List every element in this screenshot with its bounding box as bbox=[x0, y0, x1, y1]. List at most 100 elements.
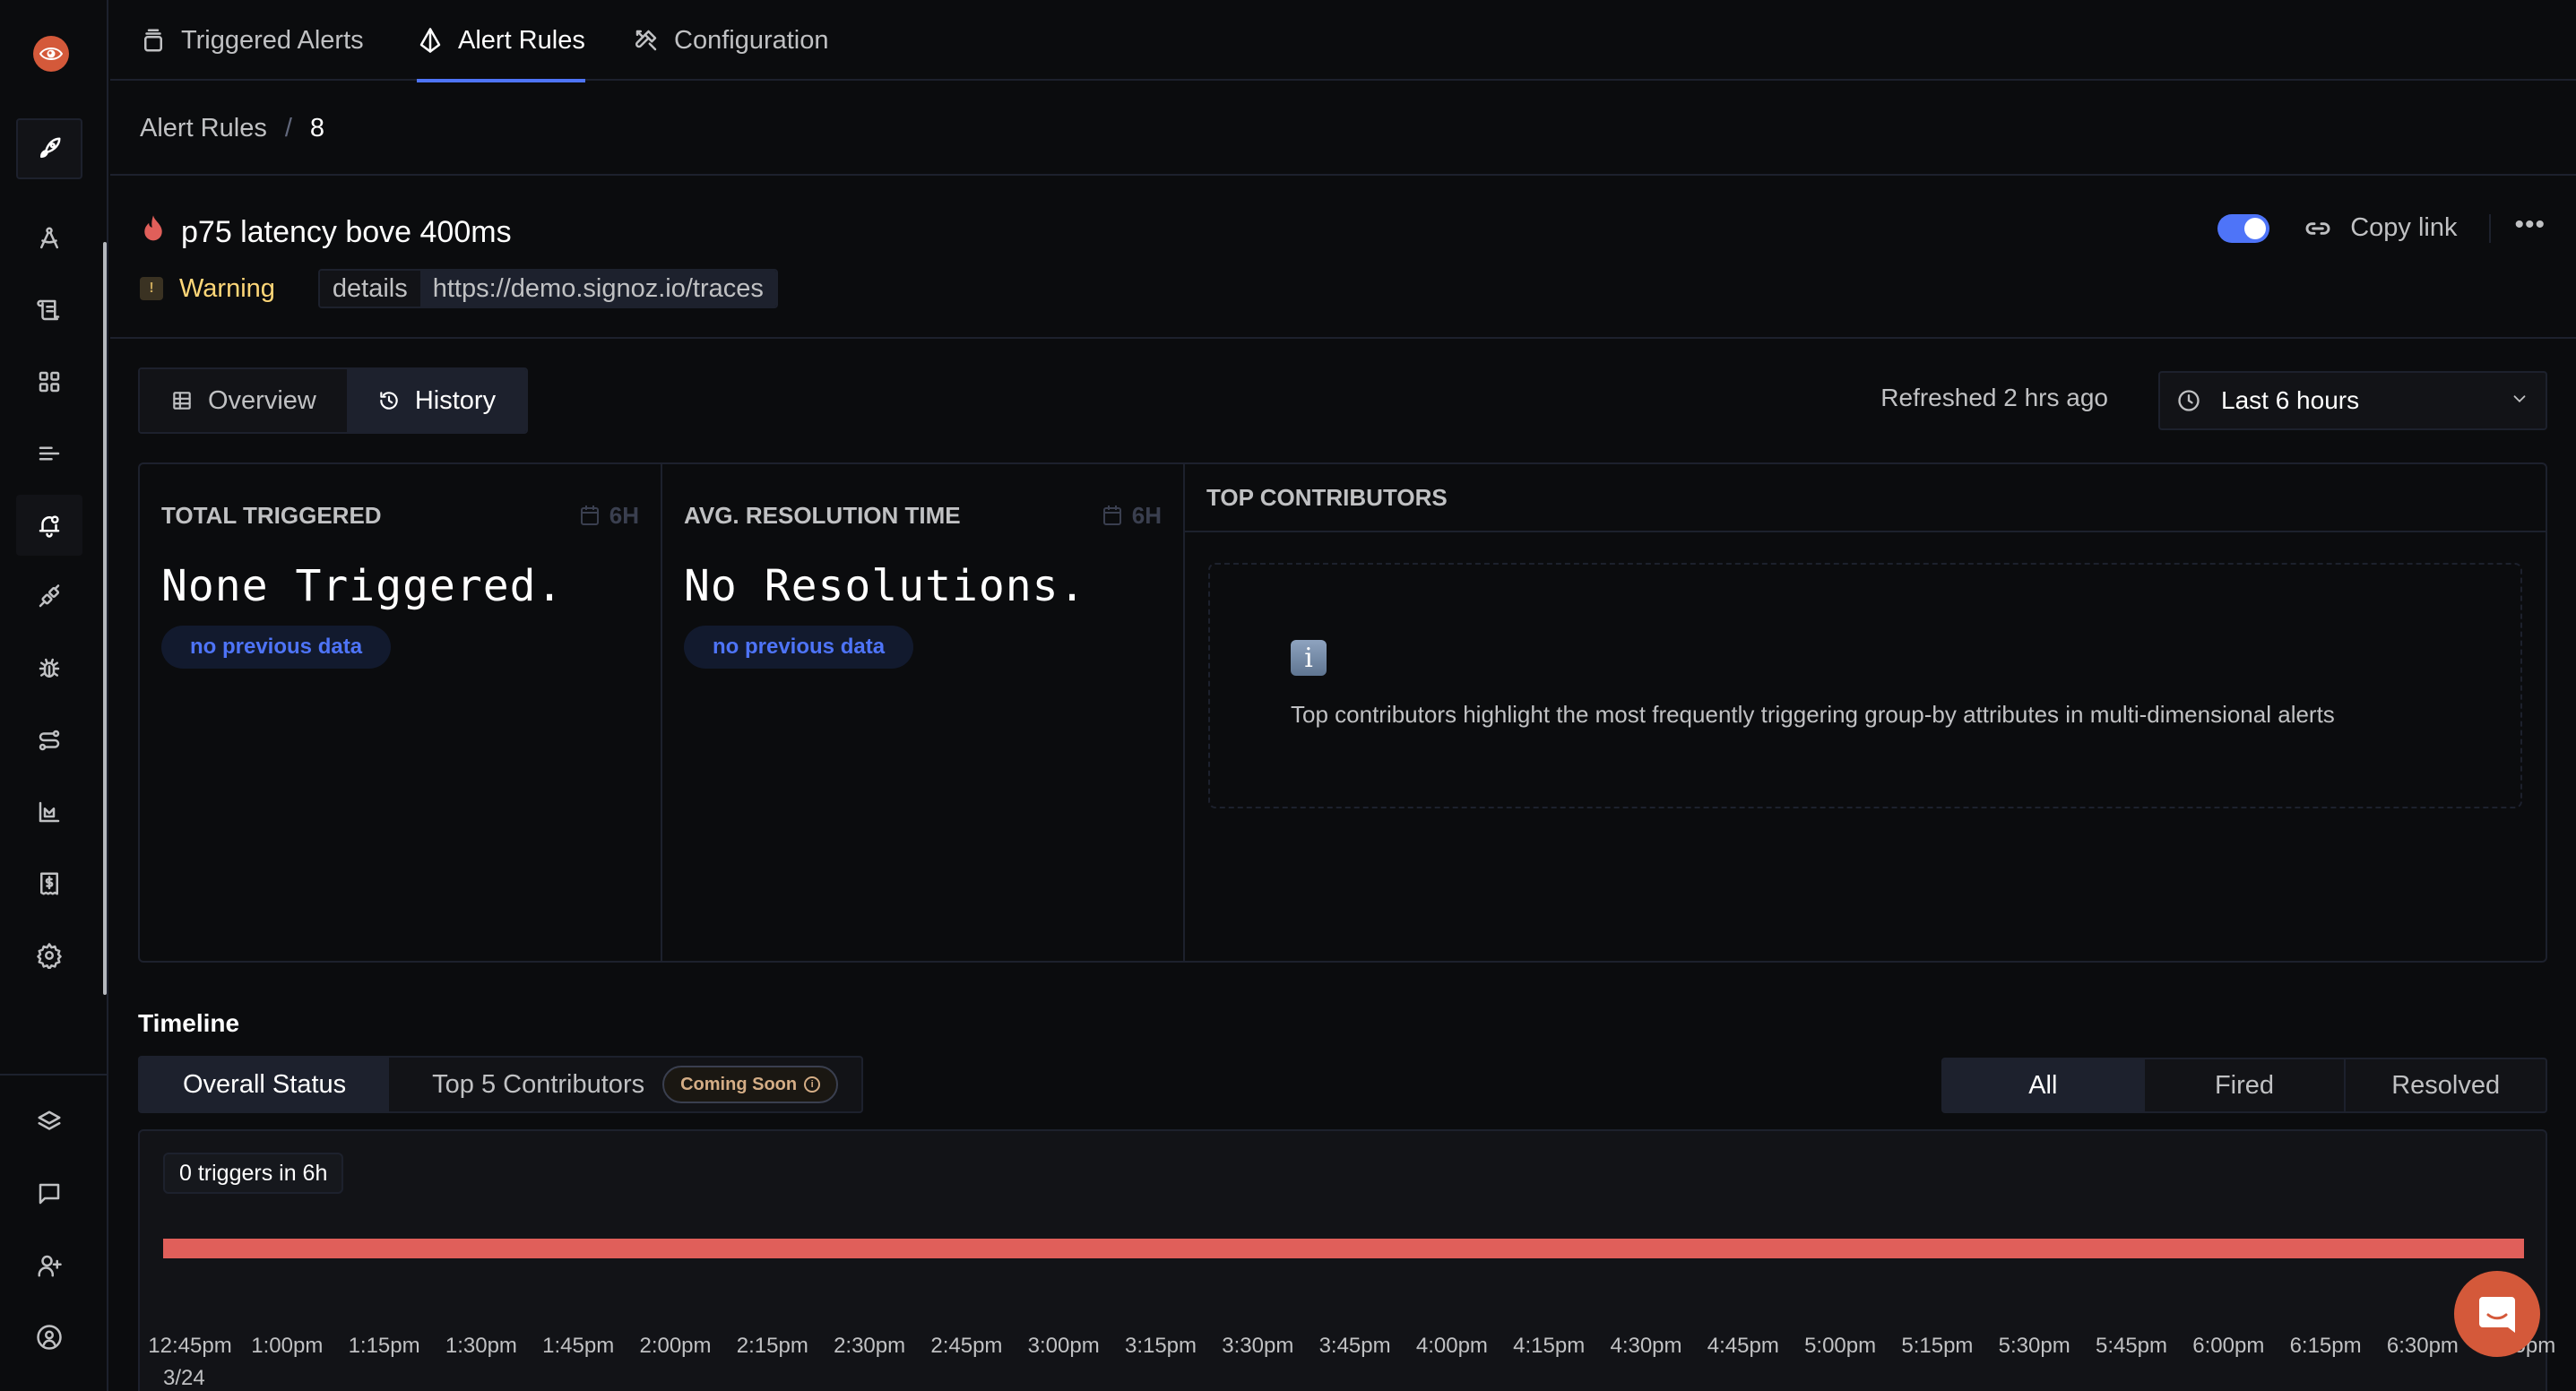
pyramid-icon bbox=[419, 28, 441, 53]
tab-label: Alert Rules bbox=[458, 25, 585, 55]
alert-enabled-toggle[interactable] bbox=[2217, 213, 2270, 243]
tab-label: Overview bbox=[208, 385, 316, 415]
timeline-title: Timeline bbox=[138, 1009, 240, 1037]
sidebar-item-alerts[interactable] bbox=[16, 495, 82, 556]
more-options-button[interactable]: ••• bbox=[2514, 211, 2546, 241]
breadcrumb-parent[interactable]: Alert Rules bbox=[140, 114, 267, 143]
alert-actions: Copy link ••• bbox=[2217, 211, 2546, 243]
alert-header: p75 latency bove 400ms ! Warning details… bbox=[110, 177, 2576, 339]
sidebar-item-usage[interactable] bbox=[16, 782, 82, 842]
breadcrumb-current: 8 bbox=[309, 113, 325, 143]
chat-smile-icon bbox=[2479, 1297, 2515, 1333]
badge-label: Coming Soon bbox=[680, 1074, 798, 1094]
breadcrumb: Alert Rules / 8 bbox=[110, 82, 2576, 176]
warning-icon: ! bbox=[140, 277, 163, 300]
timeline-axis: 12:45pm 1:00pm 1:15pm 1:30pm 1:45pm 2:00pm 2:1… bbox=[148, 1334, 2555, 1369]
tab-overview[interactable]: Overview bbox=[140, 369, 347, 432]
tab-top-contributors[interactable]: Top 5 Contributors Coming Soon i bbox=[389, 1058, 861, 1111]
timeline-date: 3/24 bbox=[163, 1366, 205, 1390]
card-range-label: 6H bbox=[609, 501, 639, 529]
layers-icon bbox=[38, 1110, 61, 1130]
timeline-tabs: Overall Status Top 5 Contributors Coming… bbox=[138, 1056, 864, 1113]
filter-all[interactable]: All bbox=[1943, 1059, 2143, 1111]
user-circle-icon bbox=[37, 1325, 62, 1350]
timeline-tick: 5:45pm bbox=[2095, 1334, 2168, 1358]
tab-alert-rules[interactable]: Alert Rules bbox=[417, 0, 585, 82]
timeline-tick: 5:15pm bbox=[1901, 1334, 1974, 1358]
tab-configuration[interactable]: Configuration bbox=[633, 0, 829, 81]
area-chart-icon bbox=[39, 801, 60, 823]
history-icon bbox=[380, 392, 398, 410]
filter-fired[interactable]: Fired bbox=[2142, 1059, 2345, 1111]
label-value: https://demo.signoz.io/traces bbox=[419, 271, 776, 307]
timeline-tick: 5:00pm bbox=[1804, 1334, 1877, 1358]
sidebar-item-dashboards[interactable] bbox=[16, 351, 82, 412]
card-title: AVG. RESOLUTION TIME bbox=[684, 501, 961, 529]
sidebar-item-get-started[interactable] bbox=[16, 118, 82, 179]
sidebar-item-traces[interactable] bbox=[16, 423, 82, 484]
timeline-tick: 3:00pm bbox=[1027, 1334, 1100, 1358]
info-icon: i bbox=[1291, 640, 1327, 676]
timeline-tick: 1:00pm bbox=[251, 1334, 324, 1358]
signoz-logo[interactable] bbox=[33, 36, 69, 72]
gear-icon bbox=[37, 943, 62, 969]
empty-state-text: Top contributors highlight the most freq… bbox=[1291, 701, 2335, 728]
coming-soon-badge: Coming Soon i bbox=[662, 1066, 839, 1103]
timeline-tick: 4:00pm bbox=[1415, 1334, 1488, 1358]
plug-icon bbox=[39, 584, 60, 608]
chat-support-button[interactable] bbox=[2454, 1271, 2540, 1357]
clock-icon bbox=[2178, 390, 2200, 411]
avg-resolution-card: AVG. RESOLUTION TIME 6H No Resolutions. … bbox=[662, 464, 1185, 961]
tab-overall-status[interactable]: Overall Status bbox=[140, 1058, 390, 1111]
alert-title-row: p75 latency bove 400ms bbox=[140, 213, 512, 252]
breadcrumb-separator: / bbox=[284, 113, 292, 143]
timeline-tick: 3:30pm bbox=[1222, 1334, 1294, 1358]
time-range-value: Last 6 hours bbox=[2221, 386, 2360, 414]
alert-title: p75 latency bove 400ms bbox=[181, 215, 512, 249]
severity-badge: ! Warning bbox=[140, 274, 275, 304]
info-circle-icon: i bbox=[804, 1076, 821, 1093]
total-triggered-card: TOTAL TRIGGERED 6H None Triggered. no pr… bbox=[140, 464, 662, 961]
chevron-down-icon bbox=[2510, 386, 2529, 415]
card-change-chip: no previous data bbox=[684, 626, 914, 669]
sidebar-item-exceptions[interactable] bbox=[16, 638, 82, 699]
timeline-status-bar[interactable] bbox=[163, 1239, 2524, 1258]
timeline-tick: 1:45pm bbox=[542, 1334, 615, 1358]
sidebar-item-integrations[interactable] bbox=[16, 566, 82, 627]
timeline-tick: 2:15pm bbox=[736, 1334, 808, 1358]
receipt-icon bbox=[40, 872, 58, 895]
empty-state: i Top contributors highlight the most fr… bbox=[1208, 563, 2522, 808]
align-left-icon bbox=[39, 446, 60, 461]
tab-history[interactable]: History bbox=[346, 369, 527, 432]
tools-icon bbox=[635, 30, 657, 51]
actions-divider bbox=[2489, 213, 2492, 243]
sidebar-item-profile[interactable] bbox=[16, 1307, 82, 1368]
tab-label: History bbox=[414, 385, 497, 415]
message-square-icon bbox=[39, 1183, 60, 1205]
sidebar-item-billing[interactable] bbox=[16, 853, 82, 914]
tab-triggered-alerts[interactable]: Triggered Alerts bbox=[140, 0, 364, 81]
timeline-tick: 6:00pm bbox=[2192, 1334, 2265, 1358]
copy-link-button[interactable]: Copy link bbox=[2304, 213, 2457, 243]
timeline-tick: 6:30pm bbox=[2386, 1334, 2459, 1358]
sidebar-item-invite-members[interactable] bbox=[16, 1235, 82, 1296]
sidebar-scrollbar[interactable] bbox=[103, 242, 107, 995]
time-range-select[interactable]: Last 6 hours bbox=[2158, 371, 2547, 430]
tab-label: Overall Status bbox=[183, 1069, 347, 1099]
card-value: No Resolutions. bbox=[684, 561, 1086, 611]
sidebar-item-logs[interactable] bbox=[16, 280, 82, 341]
timeline-tick: 2:45pm bbox=[930, 1334, 1003, 1358]
timeline-tick: 3:15pm bbox=[1124, 1334, 1197, 1358]
sidebar-item-workspace[interactable] bbox=[16, 1092, 82, 1153]
timeline-tick: 5:30pm bbox=[1998, 1334, 2070, 1358]
cylinder-stack-icon bbox=[144, 29, 162, 52]
user-plus-icon bbox=[38, 1255, 62, 1277]
sidebar-item-settings[interactable] bbox=[16, 925, 82, 986]
sidebar-item-services[interactable] bbox=[16, 208, 82, 269]
card-title: TOP CONTRIBUTORS bbox=[1185, 464, 2546, 532]
sidebar-item-service-map[interactable] bbox=[16, 710, 82, 771]
link-icon bbox=[2305, 221, 2330, 235]
sidebar-item-feedback[interactable] bbox=[16, 1163, 82, 1224]
rocket-icon bbox=[40, 137, 61, 158]
filter-resolved[interactable]: Resolved bbox=[2344, 1059, 2546, 1111]
